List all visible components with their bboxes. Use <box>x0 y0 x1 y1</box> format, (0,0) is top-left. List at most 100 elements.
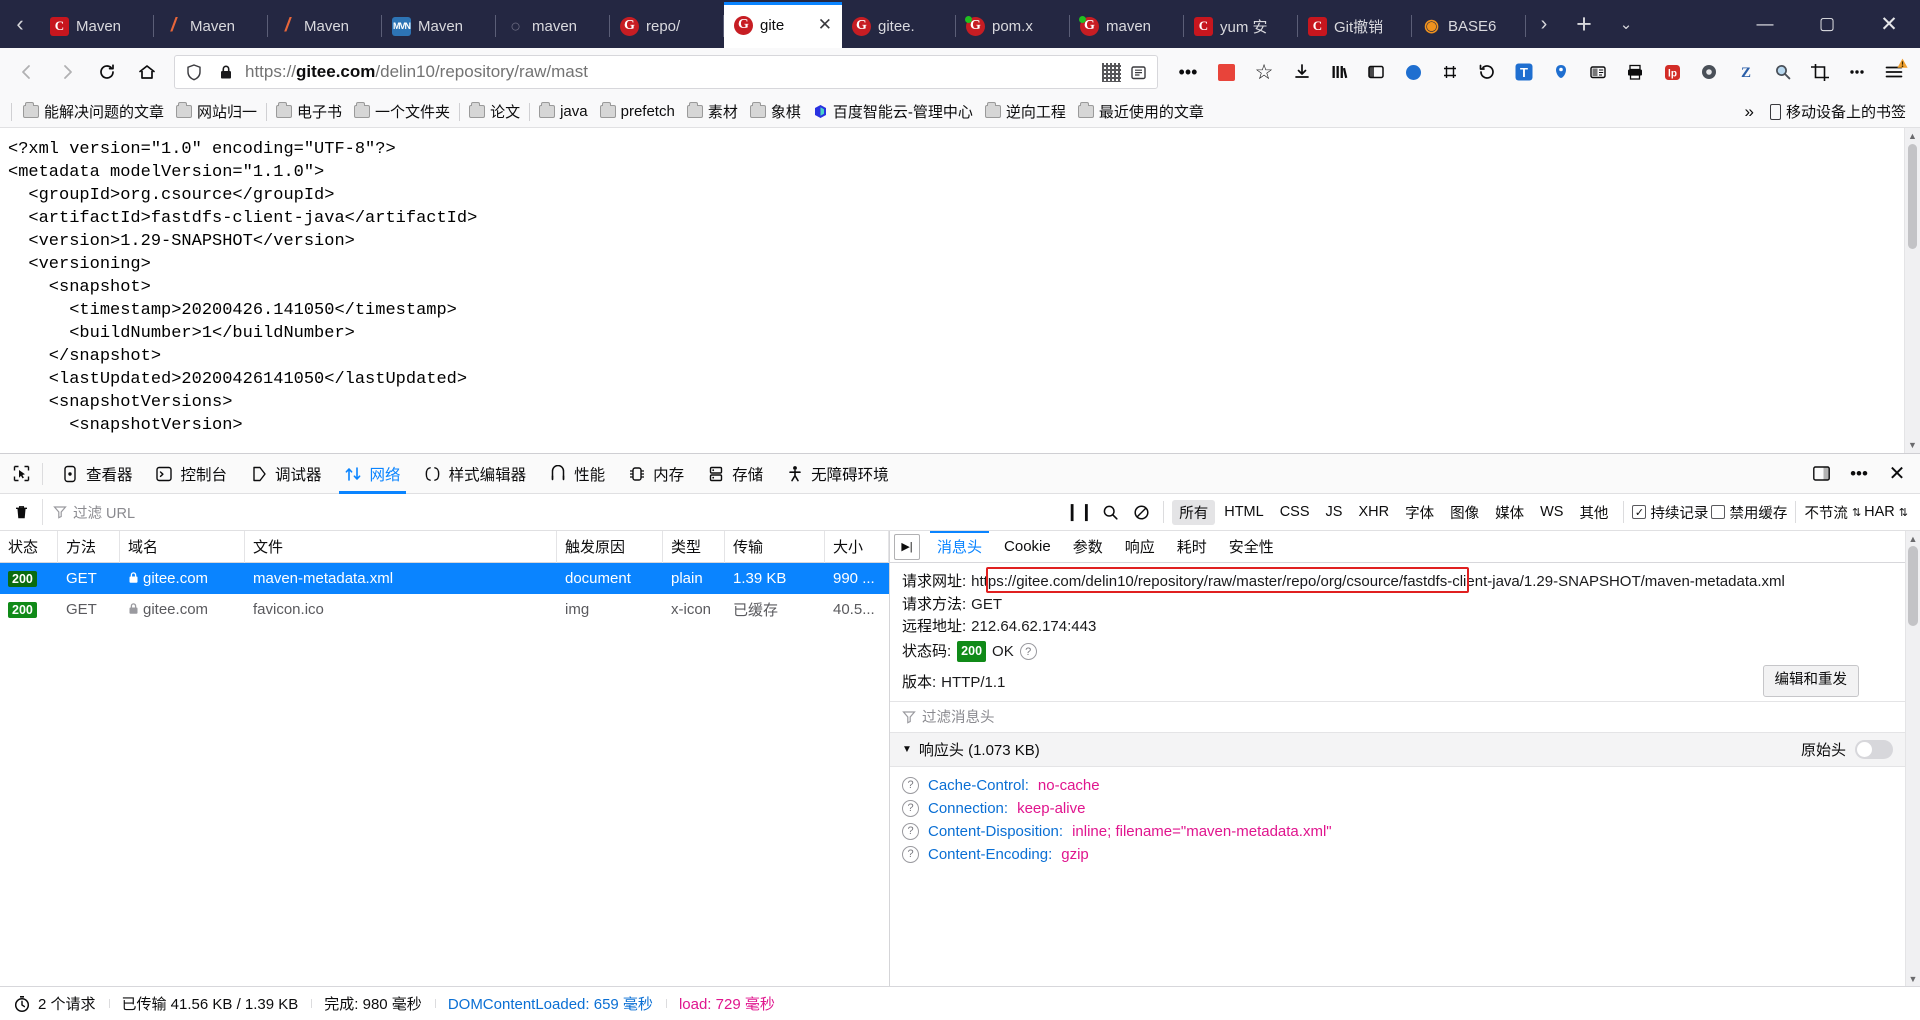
browser-tab[interactable]: C Git撤销 <box>1298 4 1412 48</box>
bookmark-item[interactable]: 电子书 <box>270 99 348 124</box>
bookmark-item[interactable]: 素材 <box>681 99 744 124</box>
browser-tab[interactable]: Ggitee. <box>842 4 956 48</box>
bookmark-item-mobile[interactable]: 移动设备上的书签 <box>1764 99 1912 124</box>
browser-tab-active[interactable]: Ggite ✕ <box>724 2 842 48</box>
type-filter-HTML[interactable]: HTML <box>1217 502 1270 522</box>
detail-tab-耗时[interactable]: 耗时 <box>1166 531 1218 563</box>
tabs-scroll-left-icon[interactable]: ‹ <box>0 0 40 48</box>
clear-requests-icon[interactable] <box>6 497 36 527</box>
bookmark-item[interactable]: prefetch <box>594 101 681 122</box>
devtools-tab-network[interactable]: 网络 <box>333 454 412 494</box>
column-header-type[interactable]: 类型 <box>663 530 725 563</box>
browser-tab[interactable]: Cyum 安 <box>1184 4 1298 48</box>
table-row[interactable]: 200 GET gitee.com maven-metadata.xml documen… <box>0 563 889 594</box>
reader-mode-icon[interactable] <box>1125 59 1151 85</box>
throttling-select[interactable]: 不节流 ⇅ <box>1804 502 1861 523</box>
column-header-method[interactable]: 方法 <box>58 530 120 563</box>
help-icon[interactable]: ? <box>902 822 919 840</box>
help-icon[interactable]: ? <box>902 799 919 817</box>
persist-logs-checkbox[interactable]: ✓ 持续记录 <box>1632 502 1708 523</box>
new-tab-button[interactable]: + <box>1562 0 1606 48</box>
print-icon[interactable] <box>1617 54 1653 90</box>
devtools-tab-performance[interactable]: 性能 <box>537 454 616 494</box>
undo-icon[interactable] <box>1469 54 1505 90</box>
edit-and-resend-button[interactable]: 编辑和重发 <box>1762 664 1859 697</box>
close-tab-icon[interactable]: ✕ <box>818 15 832 35</box>
bookmark-item[interactable]: 网站归一 <box>170 99 263 124</box>
har-select[interactable]: HAR ⇅ <box>1864 504 1908 520</box>
address-bar[interactable]: https://gitee.com/delin10/repository/raw… <box>174 55 1158 89</box>
bookmark-item[interactable]: 象棋 <box>744 99 807 124</box>
scroll-down-icon[interactable]: ▼ <box>1906 971 1920 986</box>
address-bar-more-icon[interactable]: ••• <box>1170 54 1206 90</box>
raw-headers-toggle[interactable] <box>1855 739 1893 759</box>
twisty-down-icon[interactable]: ▼ <box>902 744 912 755</box>
tabs-scroll-right-icon[interactable]: › <box>1526 0 1562 48</box>
bookmark-item[interactable]: 一个文件夹 <box>348 99 456 124</box>
page-vertical-scrollbar[interactable]: ▲ ▼ <box>1904 128 1920 453</box>
expand-panel-icon[interactable]: ▶| <box>894 533 920 560</box>
back-button[interactable] <box>8 53 46 91</box>
bookmark-item[interactable]: 逆向工程 <box>979 99 1072 124</box>
type-filter-其他[interactable]: 其他 <box>1572 500 1615 525</box>
column-header-cause[interactable]: 触发原因 <box>557 530 663 563</box>
zotero-icon[interactable]: Z <box>1728 54 1764 90</box>
bookmark-item[interactable]: 能解决问题的文章 <box>17 99 170 124</box>
extension-red-square-icon[interactable] <box>1208 54 1244 90</box>
filter-headers-input[interactable]: 过滤消息头 <box>890 700 1905 733</box>
help-icon[interactable]: ? <box>902 776 919 794</box>
type-filter-所有[interactable]: 所有 <box>1172 499 1216 525</box>
reload-button[interactable] <box>88 53 126 91</box>
column-header-transfer[interactable]: 传输 <box>725 530 825 563</box>
browser-tab[interactable]: C Maven <box>40 4 154 48</box>
column-header-domain[interactable]: 域名 <box>120 530 245 563</box>
type-filter-CSS[interactable]: CSS <box>1273 502 1317 522</box>
detail-tab-Cookie[interactable]: Cookie <box>993 531 1062 563</box>
type-filter-媒体[interactable]: 媒体 <box>1488 500 1531 525</box>
browser-tab[interactable]: Gmaven <box>1070 4 1184 48</box>
column-header-status[interactable]: 状态 <box>0 530 58 563</box>
browser-tab[interactable]: Grepo/ <box>610 4 724 48</box>
devtools-close-icon[interactable]: ✕ <box>1880 457 1914 491</box>
scroll-up-icon[interactable]: ▲ <box>1905 128 1920 144</box>
library-icon[interactable] <box>1321 54 1357 90</box>
dock-icon[interactable] <box>1804 457 1838 491</box>
scroll-up-icon[interactable]: ▲ <box>1906 531 1920 546</box>
lock-icon[interactable] <box>213 59 239 85</box>
list-all-tabs-icon[interactable]: ⌄ <box>1606 0 1646 48</box>
screenshot-icon[interactable] <box>1580 54 1616 90</box>
detail-tab-参数[interactable]: 参数 <box>1062 531 1114 563</box>
maximize-button[interactable]: ▢ <box>1796 0 1858 48</box>
shield-icon[interactable] <box>181 59 207 85</box>
scroll-thumb[interactable] <box>1908 546 1918 626</box>
pocket-icon[interactable] <box>1543 54 1579 90</box>
bookmark-item[interactable]: java <box>533 101 594 122</box>
type-filter-JS[interactable]: JS <box>1319 502 1350 522</box>
bookmark-star-icon[interactable]: ☆ <box>1246 54 1282 90</box>
request-url-value[interactable]: https://gitee.com/delin10/repository/raw… <box>971 571 1785 594</box>
browser-tab[interactable]: / Maven <box>268 4 382 48</box>
browser-tab[interactable]: / Maven <box>154 4 268 48</box>
browser-tab[interactable]: Gpom.x <box>956 4 1070 48</box>
bookmark-item[interactable]: 论文 <box>463 99 526 124</box>
forward-button[interactable] <box>48 53 86 91</box>
block-requests-icon[interactable] <box>1127 495 1155 529</box>
bookmark-item[interactable]: 百度智能云-管理中心 <box>807 99 979 124</box>
container-tabs-icon[interactable] <box>1432 54 1468 90</box>
type-filter-XHR[interactable]: XHR <box>1351 502 1396 522</box>
bookmark-item[interactable]: 最近使用的文章 <box>1072 99 1210 124</box>
scroll-down-icon[interactable]: ▼ <box>1905 437 1920 453</box>
devtools-tab-accessibility[interactable]: 无障碍环境 <box>774 454 900 494</box>
devtools-tab-style-editor[interactable]: 样式编辑器 <box>412 454 538 494</box>
browser-tab[interactable]: ◉ BASE6 <box>1412 4 1526 48</box>
browser-tab[interactable]: MVN Maven <box>382 4 496 48</box>
type-filter-字体[interactable]: 字体 <box>1398 500 1441 525</box>
search-icon[interactable] <box>1096 495 1124 529</box>
detail-tab-响应[interactable]: 响应 <box>1114 531 1166 563</box>
sidebar-icon[interactable] <box>1358 54 1394 90</box>
devtools-tab-memory[interactable]: 内存 <box>616 454 695 494</box>
column-header-file[interactable]: 文件 <box>245 530 557 563</box>
scroll-thumb[interactable] <box>1908 144 1917 249</box>
help-icon[interactable]: ? <box>1019 643 1037 661</box>
bookmarks-overflow-icon[interactable]: » <box>1737 102 1762 122</box>
